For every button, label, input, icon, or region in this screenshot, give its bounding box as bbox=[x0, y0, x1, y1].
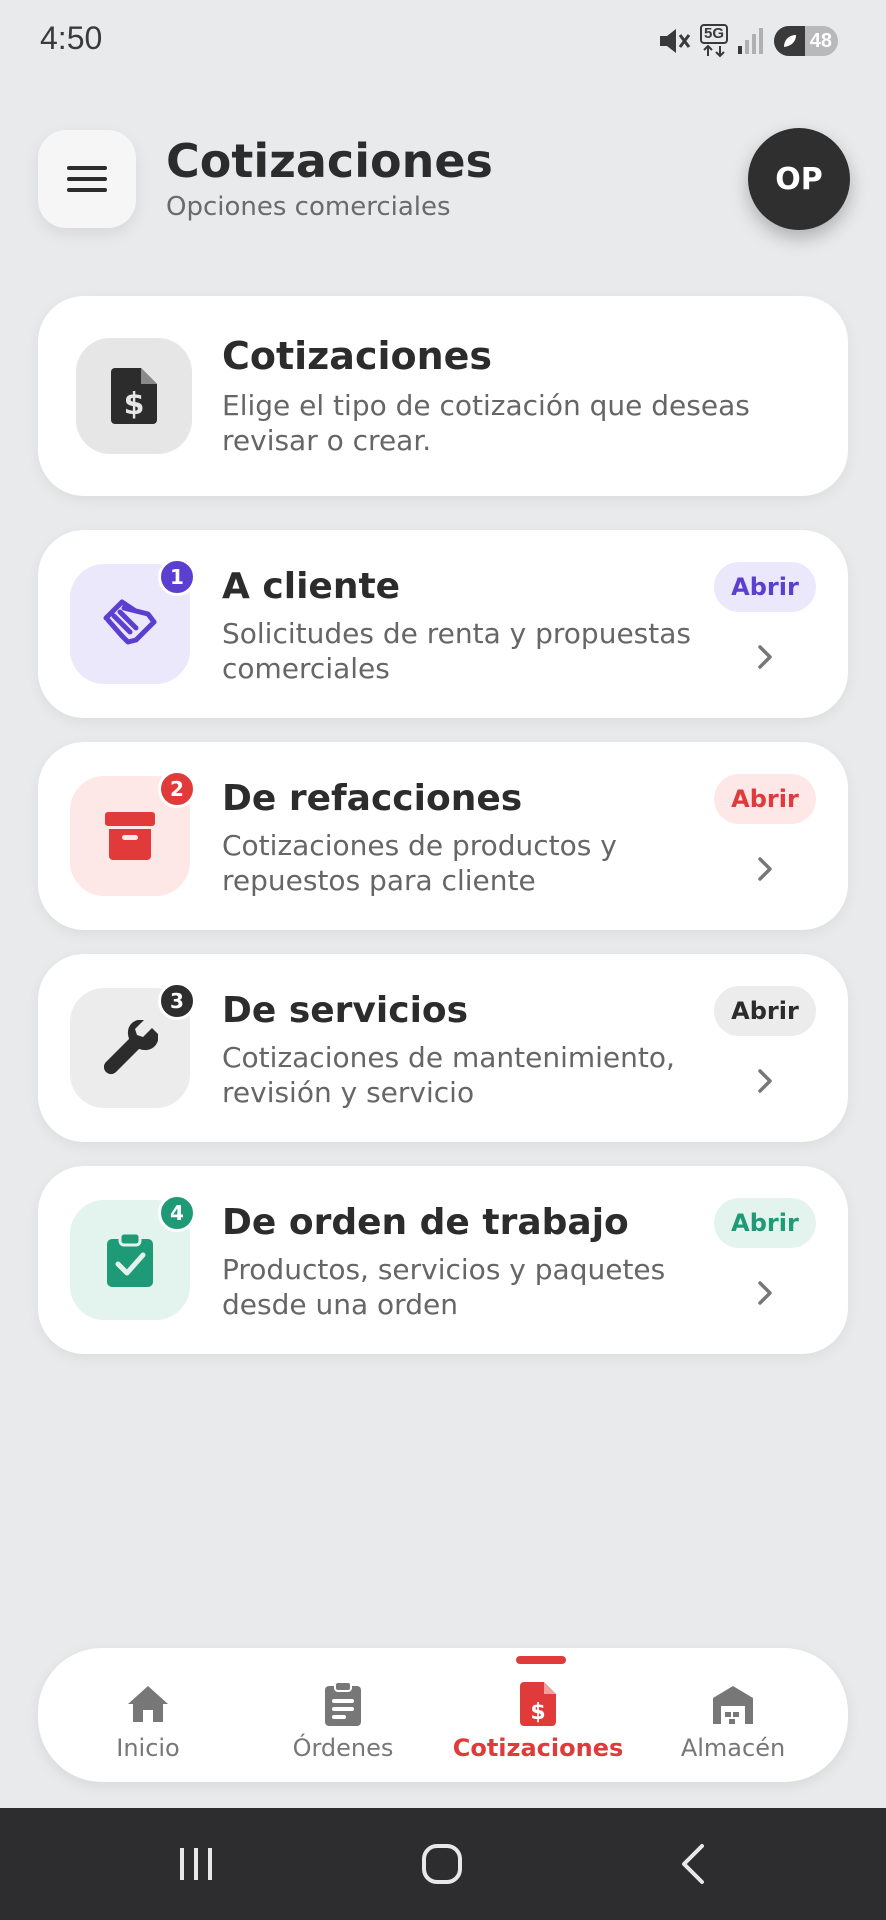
status-bar: 4:50 5G 48 bbox=[0, 0, 886, 82]
svg-text:$: $ bbox=[530, 1700, 545, 1725]
menu-button[interactable] bbox=[38, 130, 136, 228]
back-icon[interactable] bbox=[676, 1842, 712, 1886]
option-number-badge: 2 bbox=[158, 770, 196, 808]
chevron-right-icon[interactable] bbox=[750, 642, 780, 672]
chevron-right-icon[interactable] bbox=[750, 1278, 780, 1308]
nav-item-almacen[interactable]: Almacén bbox=[643, 1648, 823, 1782]
intro-title: Cotizaciones bbox=[222, 334, 493, 378]
option-description: Solicitudes de renta y propuestas comerc… bbox=[222, 617, 691, 685]
user-avatar[interactable]: OP bbox=[748, 128, 850, 230]
mute-icon bbox=[660, 29, 691, 53]
battery-saver-leaf-icon bbox=[784, 35, 796, 47]
nav-label: Cotizaciones bbox=[452, 1734, 624, 1762]
archive-box-icon bbox=[105, 812, 155, 860]
page-subtitle: Opciones comerciales bbox=[166, 192, 451, 222]
nav-item-cotizaciones[interactable]: $ Cotizaciones bbox=[448, 1648, 628, 1782]
nav-label: Órdenes bbox=[292, 1734, 394, 1762]
chevron-right-icon[interactable] bbox=[750, 1066, 780, 1096]
chevron-right-icon[interactable] bbox=[750, 854, 780, 884]
nav-label: Inicio bbox=[116, 1734, 180, 1762]
open-button[interactable]: Abrir bbox=[714, 562, 816, 612]
option-title: A cliente bbox=[222, 566, 401, 607]
quote-document-icon: $ bbox=[111, 368, 157, 424]
option-number-badge: 3 bbox=[158, 982, 196, 1020]
option-card-refacciones[interactable]: 2 De refacciones Cotizaciones de product… bbox=[38, 742, 848, 930]
nav-item-ordenes[interactable]: Órdenes bbox=[253, 1648, 433, 1782]
wrench-icon bbox=[103, 1020, 158, 1075]
option-title: De orden de trabajo bbox=[222, 1202, 629, 1243]
recent-apps-icon[interactable] bbox=[176, 1844, 216, 1884]
option-number-badge: 1 bbox=[158, 558, 196, 596]
option-number-badge: 4 bbox=[158, 1194, 196, 1232]
option-card-servicios[interactable]: 3 De servicios Cotizaciones de mantenimi… bbox=[38, 954, 848, 1142]
network-5g-icon: 5G bbox=[700, 24, 728, 58]
svg-text:$: $ bbox=[124, 387, 145, 422]
nav-item-inicio[interactable]: Inicio bbox=[58, 1648, 238, 1782]
intro-description: Elige el tipo de cotización que deseas r… bbox=[222, 389, 750, 457]
handshake-icon bbox=[103, 599, 157, 645]
warehouse-icon bbox=[713, 1686, 753, 1724]
home-button-icon[interactable] bbox=[420, 1842, 464, 1886]
option-title: De refacciones bbox=[222, 778, 523, 819]
option-description: Cotizaciones de productos y repuestos pa… bbox=[222, 829, 617, 897]
battery-indicator: 48 bbox=[774, 26, 838, 56]
battery-level: 48 bbox=[809, 29, 832, 52]
intro-icon-tile: $ bbox=[76, 338, 192, 454]
option-title: De servicios bbox=[222, 990, 469, 1031]
open-button[interactable]: Abrir bbox=[714, 986, 816, 1036]
network-label: 5G bbox=[700, 24, 728, 44]
open-button[interactable]: Abrir bbox=[714, 774, 816, 824]
option-description: Productos, servicios y paquetes desde un… bbox=[222, 1253, 666, 1321]
open-button[interactable]: Abrir bbox=[714, 1198, 816, 1248]
clipboard-check-icon bbox=[107, 1233, 153, 1287]
option-description: Cotizaciones de mantenimiento, revisión … bbox=[222, 1041, 675, 1109]
option-card-cliente[interactable]: 1 A cliente Solicitudes de renta y propu… bbox=[38, 530, 848, 718]
home-icon bbox=[128, 1686, 168, 1722]
system-navigation-bar bbox=[0, 1808, 886, 1920]
status-icons: 5G 48 bbox=[658, 24, 838, 58]
nav-label: Almacén bbox=[680, 1734, 786, 1762]
option-card-orden-de-trabajo[interactable]: 4 De orden de trabajo Productos, servici… bbox=[38, 1166, 848, 1354]
quote-document-icon: $ bbox=[520, 1682, 556, 1726]
intro-card: $ Cotizaciones Elige el tipo de cotizaci… bbox=[38, 296, 848, 496]
page-title: Cotizaciones bbox=[166, 134, 493, 188]
status-time: 4:50 bbox=[40, 20, 103, 56]
bottom-navigation: Inicio Órdenes $ Cotizaciones Almacén bbox=[38, 1648, 848, 1782]
hamburger-menu-icon bbox=[67, 166, 107, 192]
signal-icon bbox=[738, 28, 763, 54]
clipboard-list-icon bbox=[325, 1682, 361, 1726]
